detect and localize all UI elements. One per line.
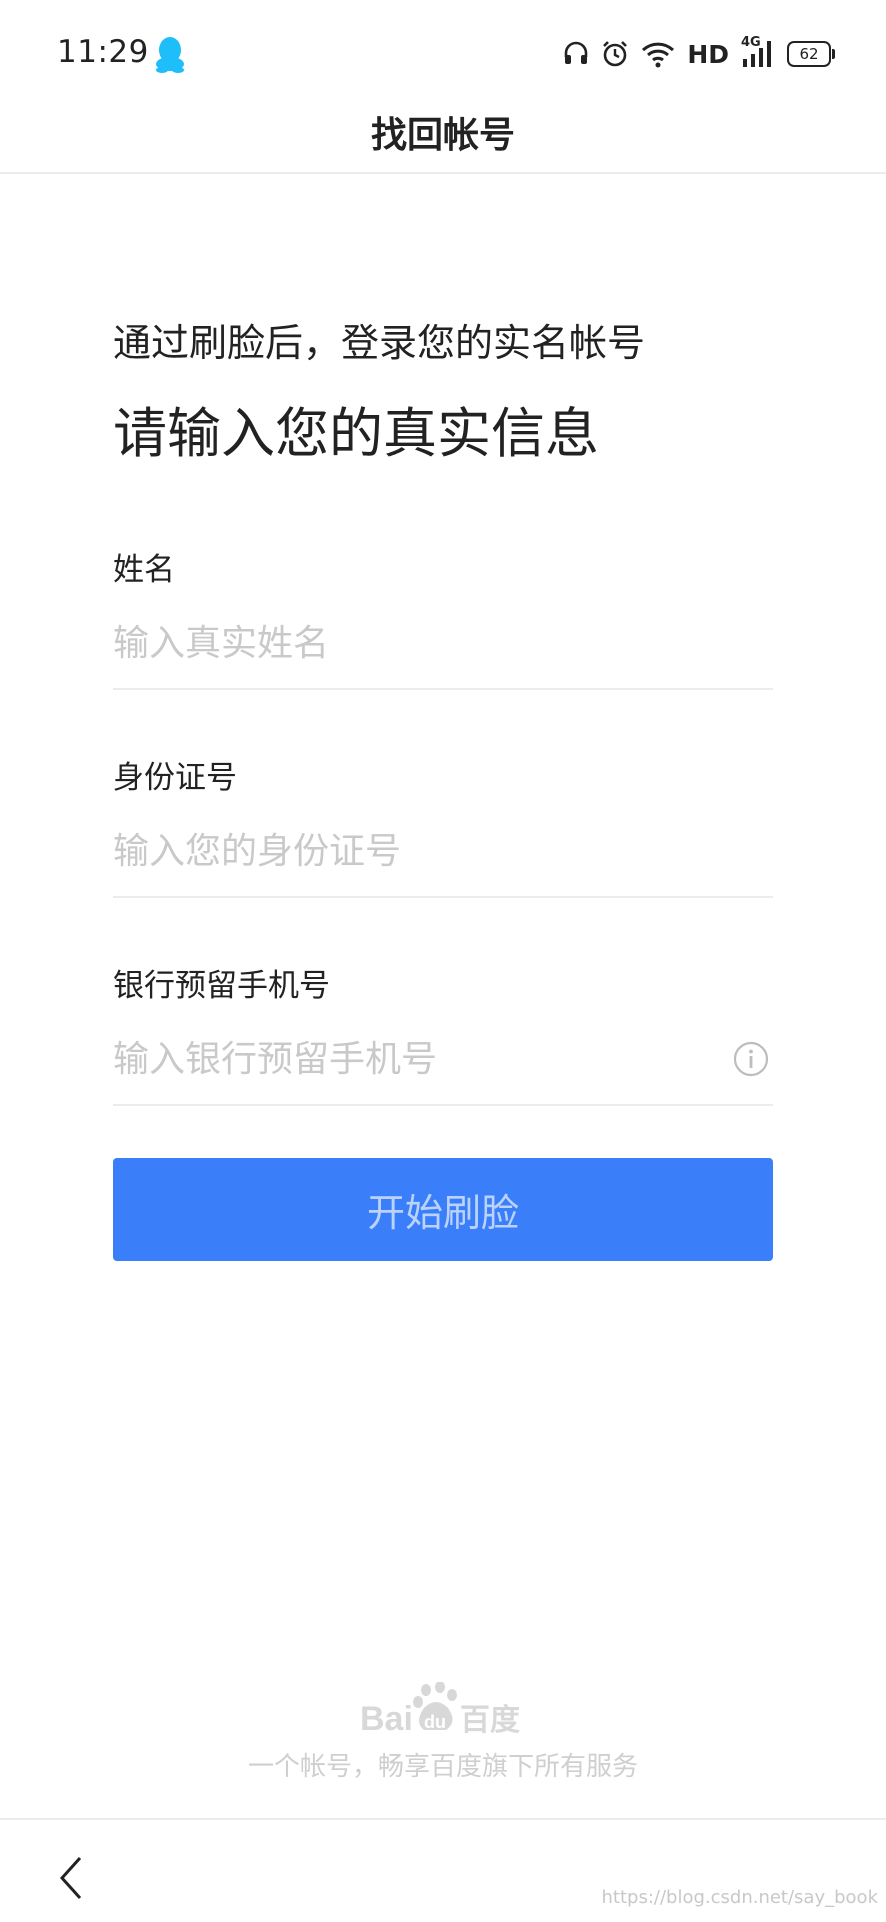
intro-subtitle: 通过刷脸后，登录您的实名帐号 <box>113 321 646 365</box>
name-label: 姓名 <box>113 552 175 588</box>
svg-text:Bai: Bai <box>360 1700 413 1738</box>
start-face-scan-label: 开始刷脸 <box>366 1191 519 1235</box>
bottom-bar: https://blog.csdn.net/say_book <box>0 1818 886 1922</box>
wifi-icon <box>642 42 675 68</box>
headset-icon <box>565 41 588 64</box>
qq-icon <box>156 37 184 73</box>
svg-text:百度: 百度 <box>460 1703 520 1738</box>
brand-area: Bai du 百度 <box>0 1682 886 1742</box>
watermark: https://blog.csdn.net/say_book <box>601 1887 878 1908</box>
phone-label: 银行预留手机号 <box>113 968 330 1004</box>
id-number-label: 身份证号 <box>113 760 237 796</box>
signal-icon: 4G <box>741 35 775 69</box>
page-title: 找回帐号 <box>370 115 515 156</box>
start-face-scan-button[interactable]: 开始刷脸 <box>113 1158 773 1261</box>
id-number-underline <box>113 896 773 898</box>
status-icons: HD 4G 62 <box>563 35 835 72</box>
back-arrow-icon[interactable] <box>52 1852 92 1904</box>
network-type-label: HD <box>687 39 729 69</box>
signal-bars <box>743 41 771 67</box>
id-number-field: 身份证号 <box>113 752 773 898</box>
alarm-icon <box>603 41 628 67</box>
phone-input[interactable] <box>113 1029 713 1089</box>
phone-underline <box>113 1104 773 1106</box>
brand-slogan: 一个帐号，畅享百度旗下所有服务 <box>247 1752 638 1782</box>
name-input[interactable] <box>113 613 713 673</box>
status-time: 11:29 <box>57 34 149 70</box>
phone-field: 银行预留手机号 <box>113 960 773 1106</box>
baidu-logo: Bai du 百度 <box>360 1682 520 1738</box>
svg-text:du: du <box>424 1712 446 1732</box>
status-bar: 11:29 HD 4G 62 <box>0 0 886 100</box>
name-field: 姓名 <box>113 544 773 690</box>
name-underline <box>113 688 773 690</box>
intro-title: 请输入您的真实信息 <box>113 402 599 465</box>
id-number-input[interactable] <box>113 821 713 881</box>
info-icon[interactable] <box>733 1041 769 1077</box>
page-header: 找回帐号 <box>0 100 886 174</box>
battery-icon: 62 <box>787 41 835 67</box>
